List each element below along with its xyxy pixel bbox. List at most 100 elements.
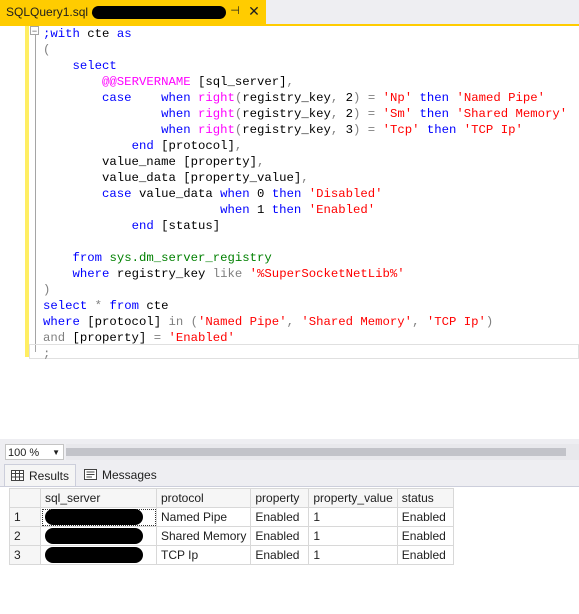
sql-server-cell[interactable] (40, 545, 157, 565)
code-token: and (43, 331, 66, 345)
header-row: sql_server protocol property property_va… (9, 488, 454, 508)
row-number[interactable]: 1 (9, 507, 41, 527)
property-cell[interactable]: Enabled (250, 507, 310, 527)
code-line[interactable]: when right(registry_key, 3) = 'Tcp' then… (43, 122, 523, 138)
results-grid[interactable]: sql_server protocol property property_va… (0, 486, 579, 614)
code-line[interactable]: end [status] (43, 218, 221, 234)
row-number[interactable]: 2 (9, 526, 41, 546)
code-line[interactable]: value_data [property_value], (43, 170, 309, 186)
code-token: then (426, 123, 457, 137)
code-token: [property] (65, 331, 154, 345)
property-value-cell[interactable]: 1 (308, 545, 398, 565)
code-line[interactable]: end [protocol], (43, 138, 243, 154)
code-token: 'Sm' (382, 107, 413, 121)
code-line[interactable]: @@SERVERNAME [sql_server], (43, 74, 294, 90)
protocol-cell[interactable]: Shared Memory (155, 526, 252, 546)
row-number[interactable]: 3 (9, 545, 41, 565)
column-header[interactable]: property_value (308, 488, 398, 508)
code-token: = (153, 331, 162, 345)
sql-server-cell[interactable] (40, 507, 157, 527)
property-cell[interactable]: Enabled (250, 526, 310, 546)
property-value-cell[interactable]: 1 (308, 507, 398, 527)
code-token: 'TCP Ip' (426, 315, 486, 329)
code-token: 'Named Pipe' (198, 315, 287, 329)
code-line[interactable]: from sys.dm_server_registry (43, 250, 272, 266)
tab-results[interactable]: Results (4, 464, 76, 486)
code-line[interactable]: when right(registry_key, 2) = 'Sm' then … (43, 106, 567, 122)
sql-server-cell[interactable] (40, 526, 157, 546)
column-header[interactable]: sql_server (40, 488, 157, 508)
document-tab-bar: SQLQuery1.sql - ⊣ ✕ (0, 0, 579, 26)
code-token: then (419, 107, 450, 121)
code-token: value_data (131, 187, 221, 201)
code-line[interactable]: where registry_key like '%SuperSocketNet… (43, 266, 405, 282)
zoom-select[interactable]: 100 % ▼ (5, 444, 64, 460)
code-line[interactable]: value_name [property], (43, 154, 264, 170)
code-token: ; (43, 347, 51, 361)
zoom-value: 100 % (8, 447, 40, 459)
pin-icon[interactable]: ⊣ (228, 4, 242, 18)
code-token: [status] (153, 219, 221, 233)
row-number-header[interactable] (9, 488, 41, 508)
code-token: cte (138, 299, 169, 313)
close-icon[interactable]: ✕ (247, 3, 261, 19)
code-token: right (198, 91, 235, 105)
protocol-cell[interactable]: Named Pipe (155, 507, 252, 527)
code-token: 'Tcp' (382, 123, 420, 137)
status-cell[interactable]: Enabled (396, 545, 454, 565)
status-cell[interactable]: Enabled (396, 507, 454, 527)
code-token: 3 (338, 123, 354, 137)
column-header[interactable]: status (396, 488, 454, 508)
code-token: 0 (249, 187, 272, 201)
code-token: from (72, 251, 103, 265)
code-token: where (72, 267, 110, 281)
property-cell[interactable]: Enabled (250, 545, 310, 565)
code-line[interactable]: case when right(registry_key, 2) = 'Np' … (43, 90, 545, 106)
current-line-highlight (29, 344, 579, 359)
editor-margin (0, 26, 28, 439)
code-token: then (271, 203, 302, 217)
status-cell[interactable]: Enabled (396, 526, 454, 546)
code-token: 'Disabled' (308, 187, 383, 201)
table-row[interactable]: 3 TCP Ip Enabled 1 Enabled (9, 545, 454, 565)
code-line[interactable]: select (43, 58, 117, 74)
code-token: [protocol] (153, 139, 235, 153)
code-line[interactable]: ; (43, 346, 50, 362)
code-token: , (234, 139, 243, 153)
code-token: [sql_server] (190, 75, 287, 89)
code-token: select (72, 59, 117, 73)
document-tab[interactable]: SQLQuery1.sql - ⊣ ✕ (0, 0, 266, 24)
protocol-cell[interactable]: TCP Ip (155, 545, 252, 565)
code-line[interactable]: select * from cte (43, 298, 169, 314)
code-token: registry_key (109, 267, 213, 281)
code-line[interactable]: and [property] = 'Enabled' (43, 330, 235, 346)
redacted-server-name (45, 528, 143, 544)
code-token: where (43, 315, 80, 329)
table-row[interactable]: 1 Named Pipe Enabled 1 Enabled (9, 507, 454, 527)
table-row[interactable]: 2 Shared Memory Enabled 1 Enabled (9, 526, 454, 546)
horizontal-scrollbar[interactable] (66, 444, 579, 460)
code-line[interactable]: ;with cte as (43, 26, 132, 42)
column-header[interactable]: property (250, 488, 310, 508)
code-line[interactable]: ( (43, 42, 50, 58)
scrollbar-thumb[interactable] (66, 448, 566, 456)
code-line[interactable]: where [protocol] in ('Named Pipe', 'Shar… (43, 314, 493, 330)
query-editor[interactable]: − ;with cte as( select @@SERVERNAME [sql… (0, 26, 579, 439)
results-tab-bar: Results Messages (0, 462, 579, 486)
code-token: 'Enabled' (168, 331, 235, 345)
code-token: when (161, 91, 191, 105)
column-header[interactable]: protocol (155, 488, 252, 508)
tab-messages[interactable]: Messages (78, 464, 158, 486)
code-token: registry_key (242, 123, 331, 137)
property-value-cell[interactable]: 1 (308, 526, 398, 546)
collapse-icon[interactable]: − (30, 26, 39, 36)
code-line[interactable]: case value_data when 0 then 'Disabled' (43, 186, 383, 202)
code-line[interactable]: when 1 then 'Enabled' (43, 202, 375, 218)
code-line[interactable]: ) (43, 282, 50, 298)
